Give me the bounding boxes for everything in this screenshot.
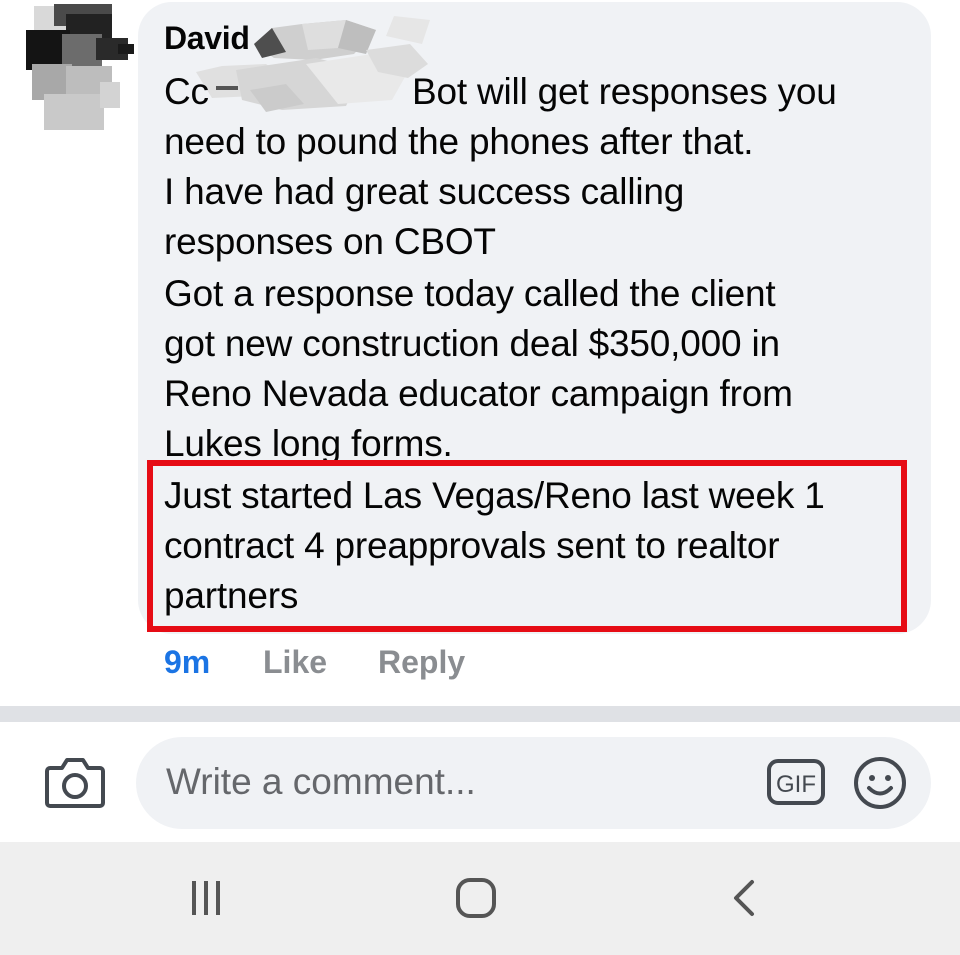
comment-line: need to pound the phones after that. [164, 121, 754, 162]
comment-line: Cc [164, 71, 209, 112]
comment-input-placeholder[interactable]: Write a comment... [166, 760, 476, 804]
comment-line: Bot will get responses you [412, 71, 837, 112]
reply-button[interactable]: Reply [378, 642, 465, 682]
highlight-annotation-box [147, 460, 907, 632]
comment-line: got new construction deal $350,000 in [164, 323, 780, 364]
camera-icon[interactable] [44, 754, 106, 810]
smiley-icon[interactable] [852, 755, 908, 811]
like-button[interactable]: Like [263, 642, 327, 682]
back-icon[interactable] [728, 878, 758, 918]
redacted-text-overlay [196, 44, 428, 112]
section-divider [0, 706, 960, 722]
comment-timestamp[interactable]: 9m [164, 642, 210, 682]
comment-line: Reno Nevada educator campaign from [164, 373, 793, 414]
comment-line: Got a response today called the client [164, 273, 776, 314]
gif-label: GIF [776, 771, 816, 798]
home-icon[interactable] [455, 877, 497, 919]
comment-line: I have had great success calling [164, 171, 685, 212]
gif-icon[interactable]: GIF [766, 757, 826, 807]
author-avatar[interactable] [26, 4, 138, 132]
comment-line: responses on CBOT [164, 221, 496, 262]
recent-apps-icon[interactable] [186, 881, 226, 915]
